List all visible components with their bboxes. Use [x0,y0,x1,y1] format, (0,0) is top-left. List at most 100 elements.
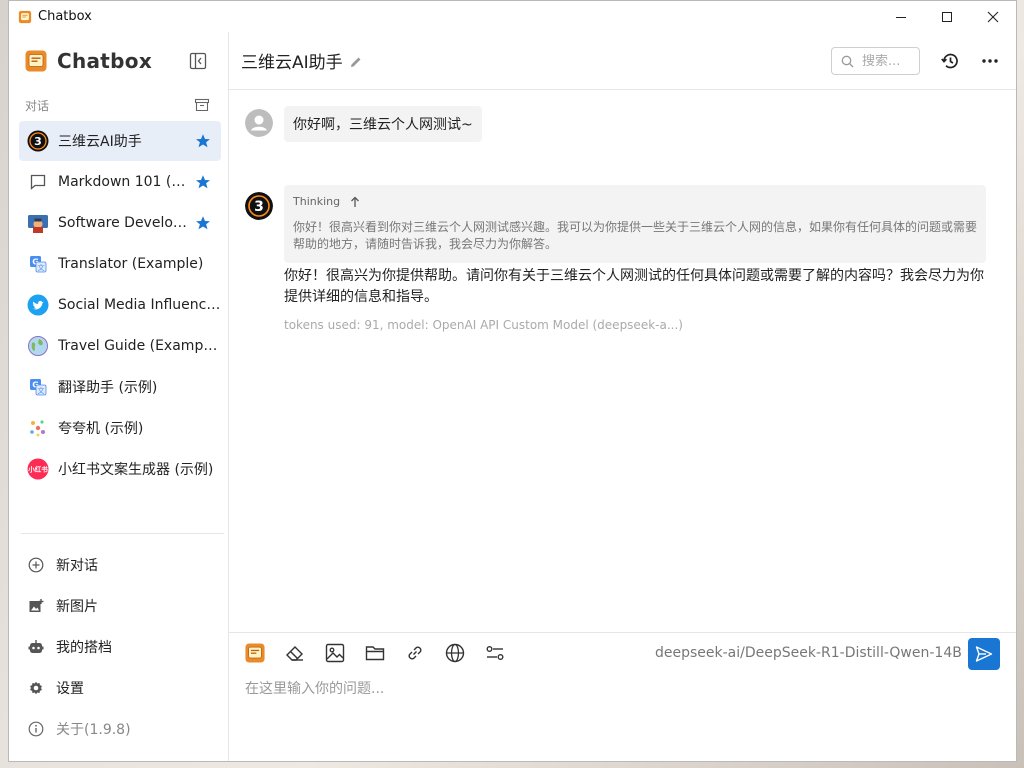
model-name: deepseek-ai/DeepSeek-R1-Distill-Qwen-14B [655,645,962,661]
assistant-avatar-icon: 3 [245,192,273,220]
about-label: 关于(1.9.8) [56,721,131,738]
assistant-message-text: 你好！很高兴为你提供帮助。请问你有关于三维云个人网测试的任何具体问题或需要了解的… [284,268,984,305]
history-icon [941,53,958,69]
app-window: Chatbox Chatbox 对话 3 三维云AI助手 Markdown 10… [8,0,1017,762]
svg-text:文: 文 [38,263,45,272]
send-button[interactable] [968,638,1000,670]
confetti-icon [27,417,49,439]
user-message: 你好啊，三维云个人网测试~ [284,106,482,142]
collapse-sidebar-icon[interactable] [188,51,208,71]
svg-text:3: 3 [254,199,264,215]
star-icon[interactable] [195,215,211,231]
chatbox-app-icon [18,10,32,23]
thinking-label: Thinking [293,195,341,208]
composer: deepseek-ai/DeepSeek-R1-Distill-Qwen-14B [229,632,1016,761]
minimize-icon [896,16,906,18]
svg-text:3: 3 [34,135,42,148]
more-options-button[interactable] [980,51,1000,71]
minimize-button[interactable] [878,1,924,32]
search-box[interactable] [831,47,920,75]
send-icon [975,646,993,662]
svg-text:文: 文 [38,386,45,395]
search-input[interactable] [862,53,918,69]
attach-image-button[interactable] [324,642,346,664]
thinking-text: 你好！很高兴看到你对三维云个人网测试感兴趣。我可以为你提供一些关于三维云个人网的… [293,220,978,251]
window-title: Chatbox [38,9,92,24]
conversations-section-header: 对话 [9,90,228,120]
conversation-label: 小红书文案生成器 (示例) [58,462,214,478]
sliders-icon [486,645,504,660]
star-icon[interactable] [195,174,211,190]
twitter-icon [27,294,49,316]
settings-button[interactable]: 设置 [9,667,228,708]
user-avatar-icon [245,109,273,137]
thinking-header[interactable]: Thinking [293,195,977,208]
model-selector[interactable]: deepseek-ai/DeepSeek-R1-Distill-Qwen-14B [655,645,976,661]
chatbox-logo-icon [245,643,265,663]
conversation-label: Translator (Example) [58,256,204,272]
info-icon [28,721,44,736]
chat-settings-button[interactable] [484,642,506,664]
new-image-label: 新图片 [56,598,98,615]
image-icon [325,643,345,663]
clear-context-button[interactable] [284,642,306,664]
chat-main: 三维云AI助手 你好啊，三维云个人网测试~ 3 [229,32,1016,761]
edit-pencil-icon[interactable] [349,55,363,69]
conversation-item[interactable]: G文 Translator (Example) [19,244,221,284]
maximize-button[interactable] [924,1,970,32]
svg-text:小红书: 小红书 [27,465,48,474]
globe-icon [445,643,465,663]
about-button[interactable]: 关于(1.9.8) [9,708,228,749]
robot-icon [28,639,44,653]
sidebar-brand: Chatbox [9,32,228,90]
conversation-item[interactable]: Social Media Influencer (Example) [19,285,221,325]
conversation-item[interactable]: Markdown 101 (Example) [19,162,221,202]
translate-icon: G文 [27,253,49,275]
conversation-item[interactable]: Travel Guide (Example) [19,326,221,366]
conversation-item[interactable]: Software Developer (Example) [19,203,221,243]
conversation-item[interactable]: 3 三维云AI助手 [19,121,221,161]
conversation-item[interactable]: 小红书 小红书文案生成器 (示例) [19,449,221,489]
composer-toolbar [244,642,506,664]
settings-label: 设置 [56,680,84,697]
conversation-label: Travel Guide (Example) [58,338,221,354]
conversation-label: 翻译助手 (示例) [58,380,158,396]
title-bar: Chatbox [9,1,1016,32]
developer-avatar-icon [27,212,49,234]
message-input[interactable] [245,678,985,738]
attach-link-button[interactable] [404,642,426,664]
brand-name: Chatbox [57,49,153,73]
conversation-label: 夸夸机 (示例) [58,421,144,437]
archive-icon[interactable] [194,97,210,113]
user-message-text: 你好啊，三维云个人网测试~ [293,117,473,133]
gear-icon [30,681,42,694]
conversation-list: 3 三维云AI助手 Markdown 101 (Example) [9,120,228,490]
web-search-button[interactable] [444,642,466,664]
plus-circle-icon [28,557,44,572]
search-icon [841,55,854,67]
arrow-up-icon[interactable] [350,196,360,208]
attach-file-button[interactable] [364,642,386,664]
new-image-button[interactable]: 新图片 [9,585,228,626]
maximize-icon [942,11,952,22]
history-button[interactable] [940,51,960,71]
conversation-item[interactable]: G文 翻译助手 (示例) [19,367,221,407]
conversation-label: Social Media Influencer (Example) [58,297,221,313]
globe-avatar-icon [27,335,49,357]
star-icon[interactable] [195,133,211,149]
close-icon [987,11,999,22]
xiaohongshu-logo-icon: 小红书 [27,458,49,480]
new-chat-button[interactable]: 新对话 [9,544,228,585]
link-icon [408,646,422,660]
conversation-label: Markdown 101 (Example) [58,174,188,190]
close-button[interactable] [970,1,1016,32]
conversation-label: 三维云AI助手 [58,134,142,150]
sanweiyun-logo-icon: 3 [27,130,49,152]
chatbox-partner-button[interactable] [244,642,266,664]
conversation-item[interactable]: 夸夸机 (示例) [19,408,221,448]
folder-icon [365,646,385,661]
conversation-label: Software Developer (Example) [58,215,188,231]
chat-title: 三维云AI助手 [241,53,343,73]
thinking-block[interactable]: Thinking 你好！很高兴看到你对三维云个人网测试感兴趣。我可以为你提供一些… [284,185,986,263]
my-partners-button[interactable]: 我的搭档 [9,626,228,667]
